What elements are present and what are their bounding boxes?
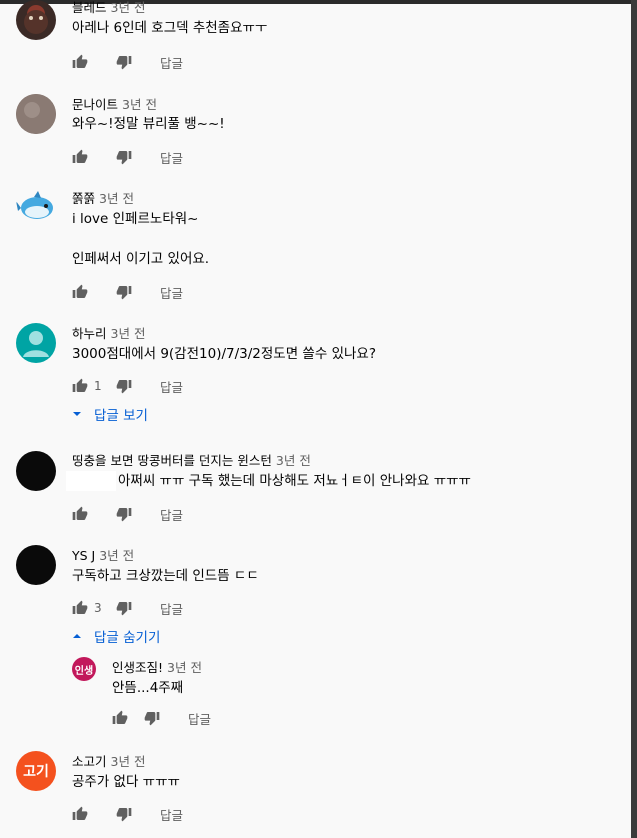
- redaction-block: [66, 471, 116, 491]
- comment-time[interactable]: 3년 전: [99, 548, 134, 563]
- reply-text: 안뜸...4주째: [112, 680, 184, 696]
- chevron-up-icon: [73, 634, 81, 638]
- comment-text: 아레나 6인데 호그덱 추천좀요ㅠㅜ: [72, 20, 268, 36]
- comment-time[interactable]: 3년 전: [111, 326, 146, 341]
- thumbs-up-icon[interactable]: [72, 149, 88, 165]
- comment-author[interactable]: 문나이트: [72, 97, 118, 112]
- thumbs-up-icon[interactable]: [72, 506, 88, 522]
- comment-author[interactable]: YS J: [72, 548, 95, 563]
- thumbs-up-icon[interactable]: [72, 806, 88, 822]
- reply-button[interactable]: 답글: [160, 148, 183, 167]
- reply-button[interactable]: 답글: [160, 505, 183, 524]
- comment-text: 공주가 없다 ㅠㅠㅠ: [72, 774, 180, 790]
- comment-text: 3000점대에서 9(감전10)/7/3/2정도면 쓸수 있나요?: [72, 346, 376, 362]
- thumbs-down-icon[interactable]: [116, 600, 132, 616]
- comment-header: 쫅쫅 3년 전: [72, 188, 134, 207]
- reply-button[interactable]: 답글: [160, 377, 183, 396]
- reply-actions: 답글: [112, 708, 211, 728]
- comment-header: 띵충을 보면 땅콩버터를 던지는 윈스턴 3년 전: [72, 450, 311, 469]
- thumbs-down-icon[interactable]: [116, 54, 132, 70]
- comment-header: YS J 3년 전: [72, 545, 134, 564]
- comment-time[interactable]: 3년 전: [99, 191, 134, 206]
- comment-header: 블레드 3년 전: [72, 0, 145, 16]
- comment-author[interactable]: 하누리: [72, 326, 107, 341]
- comment-author[interactable]: 소고기: [72, 754, 107, 769]
- comment-time[interactable]: 3년 전: [276, 453, 311, 468]
- thumbs-down-icon[interactable]: [116, 284, 132, 300]
- thumbs-up-icon[interactable]: [72, 600, 88, 616]
- hide-replies-button[interactable]: 답글 숨기기: [72, 626, 160, 646]
- scrollbar-track[interactable]: [631, 0, 637, 838]
- reply-button[interactable]: 답글: [188, 709, 211, 728]
- thumbs-down-icon[interactable]: [116, 149, 132, 165]
- avatar[interactable]: [16, 323, 56, 363]
- reply-button[interactable]: 답글: [160, 53, 183, 72]
- reply-button[interactable]: 답글: [160, 283, 183, 302]
- comment-text: 구독하고 크상깠는데 인드뜸 ㄷㄷ: [72, 568, 259, 584]
- avatar[interactable]: [16, 187, 56, 227]
- chevron-down-icon: [73, 412, 81, 416]
- thumbs-down-icon[interactable]: [116, 378, 132, 394]
- comment-text: 아쩌씨 ㅠㅠ 구독 했는데 마상해도 저뇨ㅓㅌ이 안나와요 ㅠㅠㅠ: [118, 473, 471, 489]
- thumbs-down-icon[interactable]: [144, 710, 160, 726]
- thumbs-down-icon[interactable]: [116, 806, 132, 822]
- comment-actions: 답글: [72, 504, 183, 524]
- comment-time[interactable]: 3년 전: [111, 0, 146, 15]
- view-replies-label: 답글 보기: [94, 408, 148, 424]
- avatar-label: 고기: [23, 764, 49, 780]
- reply-avatar[interactable]: 인생: [72, 657, 96, 681]
- reply-header: 인생조짐! 3년 전: [112, 657, 202, 676]
- hide-replies-label: 답글 숨기기: [94, 630, 161, 646]
- reply-time[interactable]: 3년 전: [167, 660, 202, 675]
- reply-button[interactable]: 답글: [160, 599, 183, 618]
- thumbs-up-icon[interactable]: [72, 378, 88, 394]
- avatar[interactable]: [16, 545, 56, 585]
- thumbs-up-icon[interactable]: [72, 54, 88, 70]
- reply-button[interactable]: 답글: [160, 805, 183, 824]
- comment-text: 와우~!정말 뷰리풀 뱅~~!: [72, 116, 225, 132]
- comment-author[interactable]: 블레드: [72, 0, 107, 15]
- comment-time[interactable]: 3년 전: [122, 97, 157, 112]
- like-count: 1: [94, 379, 102, 393]
- thumbs-up-icon[interactable]: [112, 710, 128, 726]
- comment-time[interactable]: 3년 전: [111, 754, 146, 769]
- comment-actions: 3 답글: [72, 598, 183, 618]
- comment-header: 소고기 3년 전: [72, 751, 145, 770]
- thumbs-down-icon[interactable]: [116, 506, 132, 522]
- avatar[interactable]: [16, 451, 56, 491]
- comment-author[interactable]: 띵충을 보면 땅콩버터를 던지는 윈스턴: [72, 453, 272, 468]
- view-replies-button[interactable]: 답글 보기: [72, 404, 148, 424]
- comment-actions: 답글: [72, 147, 183, 167]
- thumbs-up-icon[interactable]: [72, 284, 88, 300]
- comment-header: 하누리 3년 전: [72, 323, 145, 342]
- comment-actions: 답글: [72, 282, 183, 302]
- comment-text: i love 인페르노타워~: [72, 211, 199, 227]
- comment-actions: 1 답글: [72, 376, 183, 396]
- avatar[interactable]: [16, 0, 56, 40]
- avatar[interactable]: [16, 94, 56, 134]
- like-count: 3: [94, 601, 102, 615]
- comment-actions: 답글: [72, 52, 183, 72]
- reply-author[interactable]: 인생조짐!: [112, 660, 163, 675]
- comment-author[interactable]: 쫅쫅: [72, 191, 95, 206]
- comment-actions: 답글: [72, 804, 183, 824]
- avatar[interactable]: 고기: [16, 751, 56, 791]
- comment-text: 인페써서 이기고 있어요.: [72, 251, 210, 267]
- comment-header: 문나이트 3년 전: [72, 94, 157, 113]
- reply-avatar-label: 인생: [74, 665, 94, 677]
